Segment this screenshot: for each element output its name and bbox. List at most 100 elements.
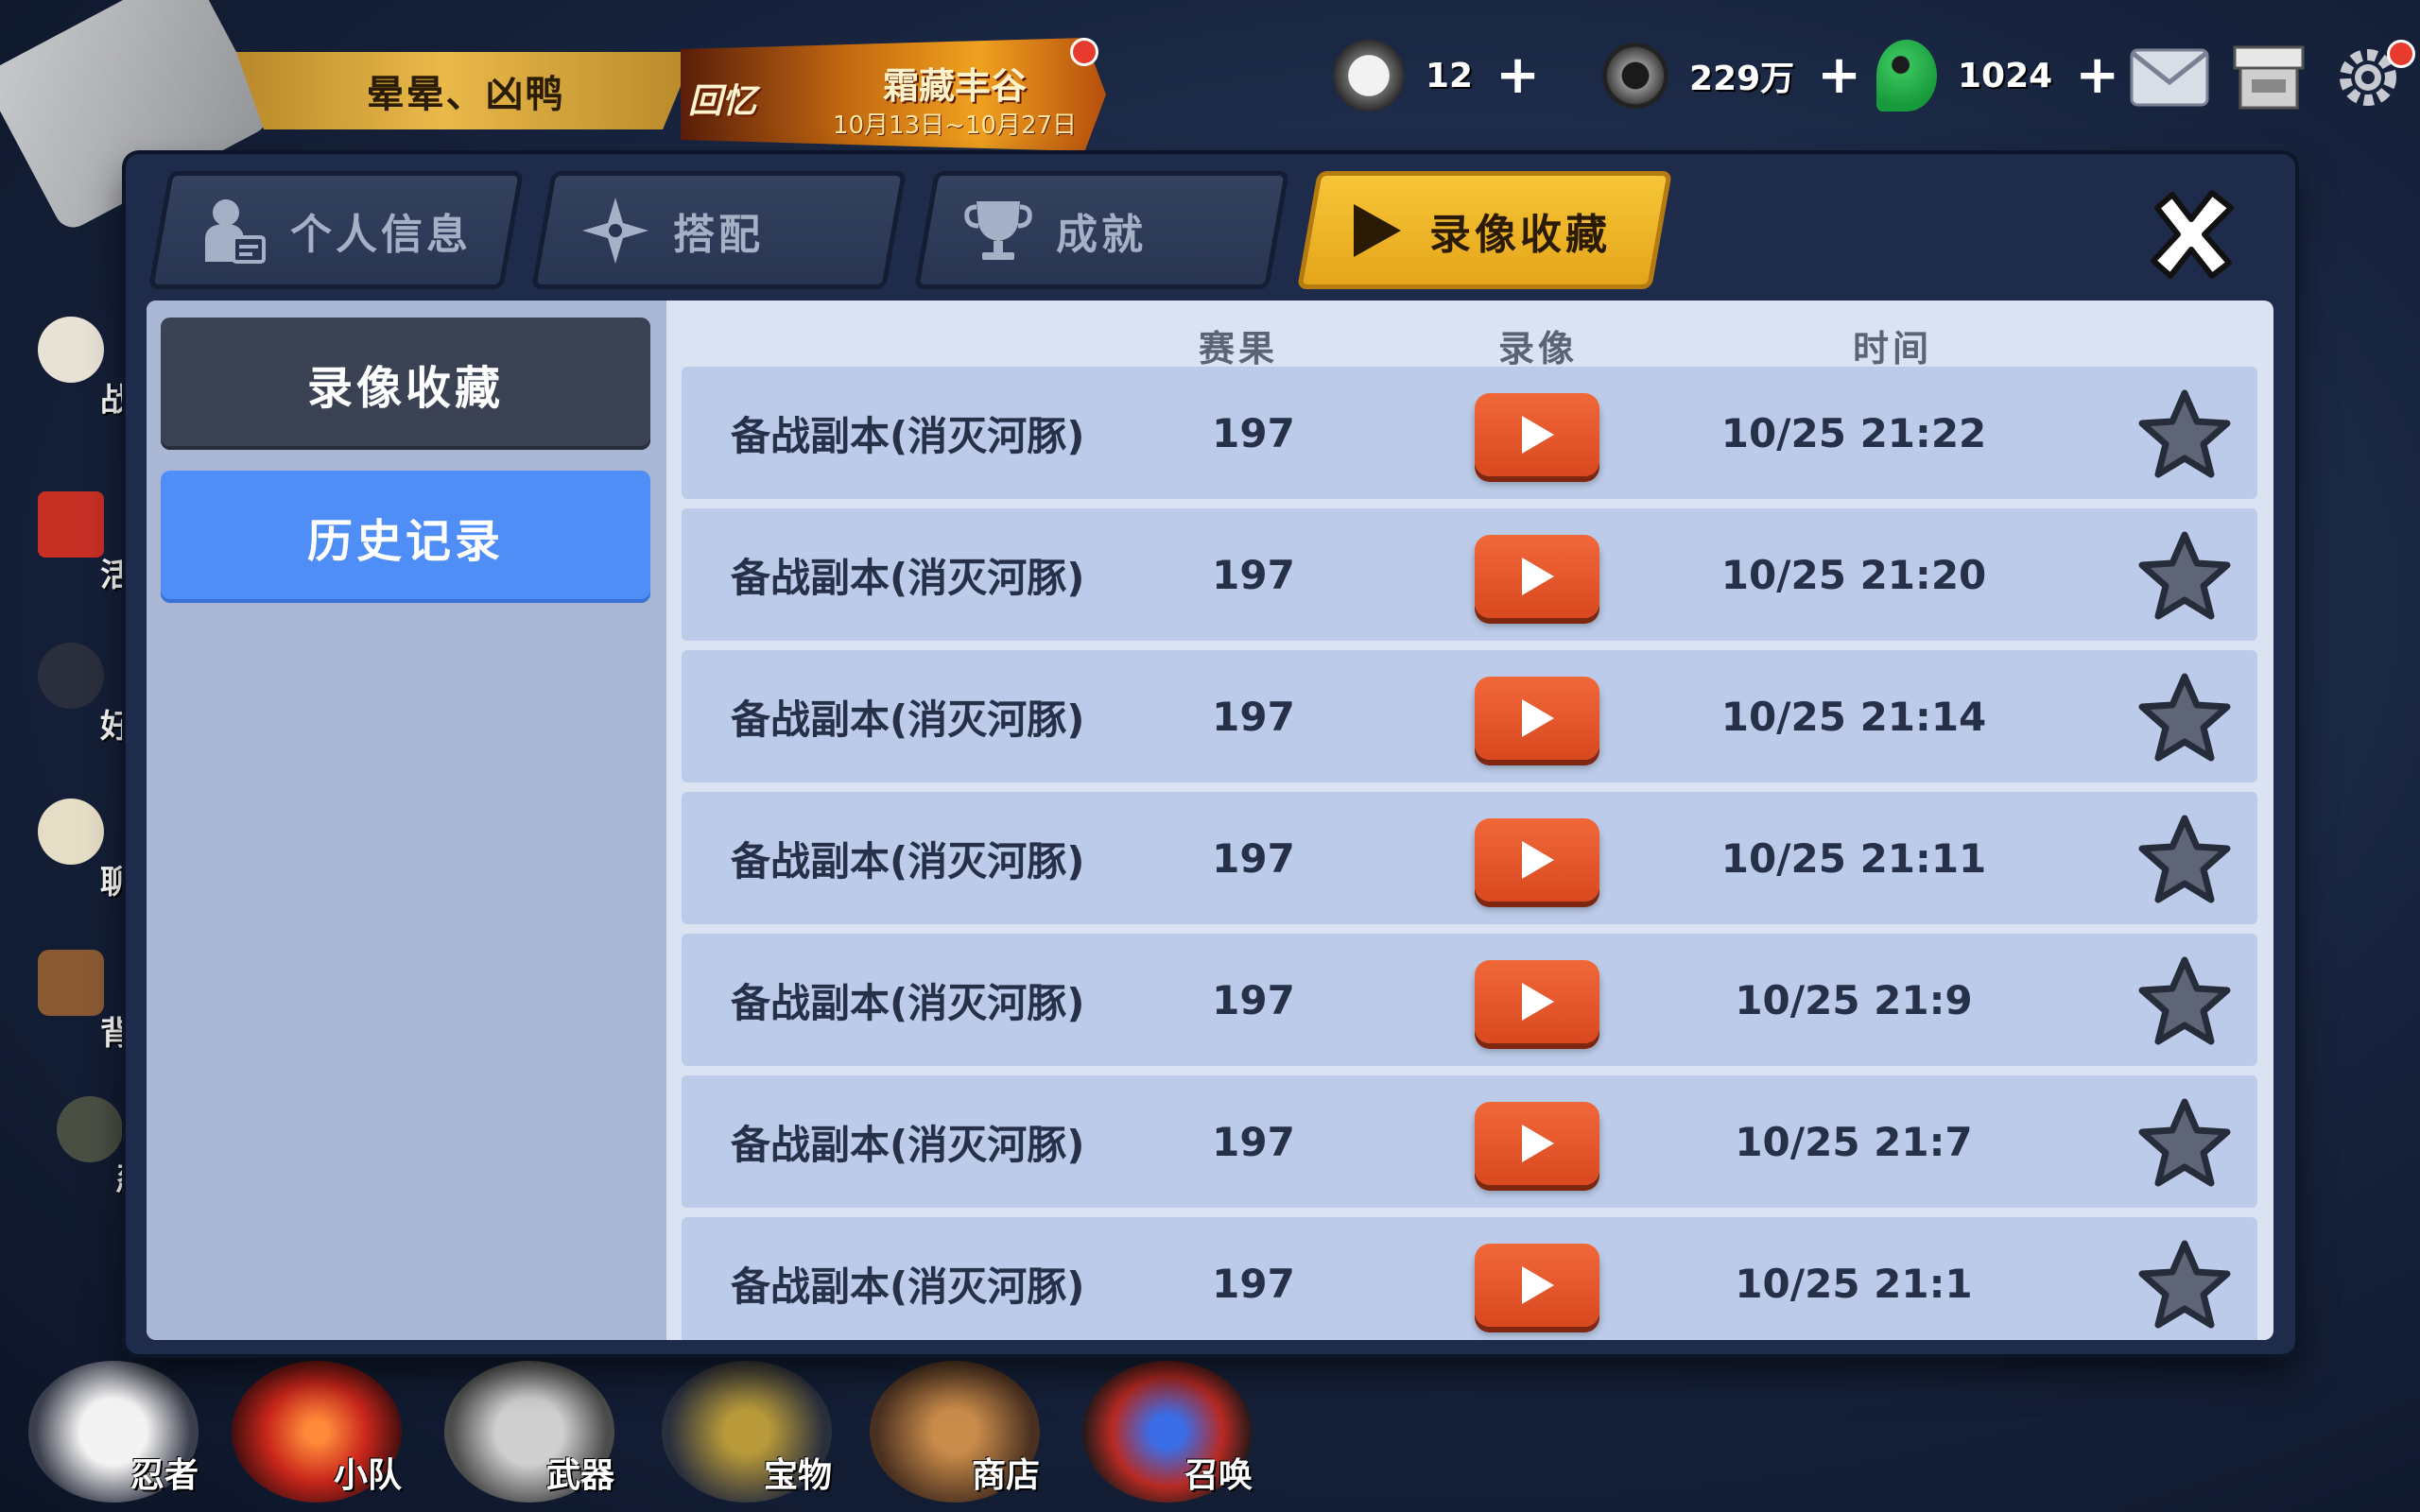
column-header-result: 赛果 [1199, 328, 1279, 369]
favorite-star-icon[interactable] [2137, 813, 2232, 907]
coin-count: 229万 [1689, 60, 1795, 98]
play-replay-button[interactable] [1475, 1102, 1599, 1185]
trophy-icon [964, 200, 1032, 260]
favorite-star-icon[interactable] [2137, 1096, 2232, 1191]
match-result: 197 [1212, 976, 1295, 1023]
jade-count: 1024 [1958, 56, 2053, 95]
favorite-star-icon[interactable] [2137, 671, 2232, 765]
match-time: 10/25 21:11 [1720, 834, 1987, 882]
play-icon [1522, 558, 1554, 595]
match-result: 197 [1212, 693, 1295, 740]
bag-icon [38, 950, 104, 1016]
side-menu-bag[interactable]: 背 [38, 950, 132, 1054]
nav-label: 商店 [971, 1456, 1040, 1495]
replay-row: 备战副本(消灭河豚) 197 10/25 21:14 [682, 650, 2257, 782]
nav-squad[interactable]: 小队 [222, 1361, 411, 1503]
replay-row: 备战副本(消灭河豚) 197 10/25 21:7 [682, 1075, 2257, 1208]
event-date: 10月13日~10月27日 [832, 112, 1078, 140]
event-title: 霜藏丰谷 [882, 65, 1027, 107]
match-time: 10/25 21:14 [1720, 693, 1987, 740]
favorite-star-icon[interactable] [2137, 1238, 2232, 1332]
match-name: 备战副本(消灭河豚) [731, 1263, 1085, 1310]
nav-weapon[interactable]: 武器 [435, 1361, 624, 1503]
match-time: 10/25 21:9 [1735, 976, 1973, 1023]
event-tag: 回忆 [688, 82, 757, 121]
jade-icon [1876, 40, 1937, 112]
nav-summon[interactable]: 召唤 [1073, 1361, 1262, 1503]
nav-label: 宝物 [763, 1456, 832, 1495]
profile-modal: 个人信息 搭配 成就 录像收藏 录像收藏 历史记录 赛果 录像 时间 备战副本(… [126, 154, 2295, 1354]
tab-label: 个人信息 [290, 210, 472, 259]
resource-onigiri: 12 + [1333, 40, 1540, 112]
play-replay-button[interactable] [1475, 818, 1599, 902]
nav-label: 忍者 [130, 1456, 199, 1495]
sidebar-item-label: 历史记录 [306, 515, 504, 568]
match-result: 197 [1212, 551, 1295, 598]
play-icon [1522, 983, 1554, 1021]
match-time: 10/25 21:7 [1735, 1118, 1973, 1165]
sidebar-item-replay-favorites[interactable]: 录像收藏 [161, 318, 650, 450]
play-icon [1522, 841, 1554, 879]
tab-achievements[interactable]: 成就 [913, 171, 1290, 289]
nav-label: 武器 [545, 1456, 614, 1495]
play-replay-button[interactable] [1475, 1244, 1599, 1327]
match-time: 10/25 21:22 [1720, 409, 1987, 456]
player-name-banner[interactable]: 晕晕、凶鸭 [236, 52, 695, 129]
resource-coin: 229万 + [1602, 43, 1861, 109]
nav-treasure[interactable]: 宝物 [652, 1361, 841, 1503]
play-replay-button[interactable] [1475, 960, 1599, 1043]
shop-stall-icon[interactable] [2226, 40, 2311, 115]
add-jade-button[interactable]: + [2075, 49, 2119, 102]
replay-row: 备战副本(消灭河豚) 197 10/25 21:20 [682, 508, 2257, 641]
add-coin-button[interactable]: + [1817, 49, 1861, 102]
tab-personal-info[interactable]: 个人信息 [147, 171, 525, 289]
resource-jade: 1024 + [1876, 40, 2119, 112]
match-result: 197 [1212, 409, 1295, 456]
nav-shop[interactable]: 商店 [860, 1361, 1049, 1503]
replay-sidebar: 录像收藏 历史记录 [147, 301, 666, 1340]
close-button[interactable] [2139, 182, 2243, 286]
replay-row: 备战副本(消灭河豚) 197 10/25 21:9 [682, 934, 2257, 1066]
play-icon [1522, 416, 1554, 454]
match-name: 备战副本(消灭河豚) [731, 979, 1085, 1026]
side-menu-battle[interactable]: 战 [38, 317, 132, 421]
add-onigiri-button[interactable]: + [1495, 49, 1540, 102]
notification-dot [1070, 38, 1098, 66]
close-icon [2151, 190, 2234, 279]
nav-label: 小队 [333, 1456, 402, 1495]
play-replay-button[interactable] [1475, 535, 1599, 618]
tab-label: 成就 [1056, 210, 1147, 259]
chat-icon [38, 799, 104, 865]
onigiri-count: 12 [1426, 56, 1474, 95]
nav-ninja[interactable]: 忍者 [19, 1361, 208, 1503]
tab-loadout[interactable]: 搭配 [530, 171, 908, 289]
side-menu-chat[interactable]: 聊 [38, 799, 132, 902]
tab-label: 录像收藏 [1429, 210, 1611, 259]
onigiri-icon [1333, 40, 1405, 112]
match-result: 197 [1212, 834, 1295, 882]
replay-row: 备战副本(消灭河豚) 197 10/25 21:1 [682, 1217, 2257, 1340]
match-name: 备战副本(消灭河豚) [731, 696, 1085, 743]
tab-replay-favorites[interactable]: 录像收藏 [1296, 171, 1673, 289]
side-menu-activity[interactable]: 活 [38, 491, 132, 595]
side-menu-friends[interactable]: 好 [38, 643, 132, 747]
match-name: 备战副本(消灭河豚) [731, 412, 1085, 459]
shuriken-icon [582, 197, 648, 264]
match-result: 197 [1212, 1118, 1295, 1165]
play-replay-button[interactable] [1475, 677, 1599, 760]
play-replay-button[interactable] [1475, 393, 1599, 476]
profile-icon [205, 198, 266, 264]
player-name: 晕晕、凶鸭 [366, 73, 565, 116]
mail-icon[interactable] [2127, 40, 2212, 115]
match-time: 10/25 21:1 [1735, 1260, 1973, 1307]
favorite-star-icon[interactable] [2137, 387, 2232, 482]
column-header-replay: 录像 [1498, 328, 1579, 369]
tab-label: 搭配 [673, 210, 764, 259]
sidebar-item-history[interactable]: 历史记录 [161, 471, 650, 603]
favorite-star-icon[interactable] [2137, 954, 2232, 1049]
replay-row: 备战副本(消灭河豚) 197 10/25 21:11 [682, 792, 2257, 924]
favorite-star-icon[interactable] [2137, 529, 2232, 624]
match-name: 备战副本(消灭河豚) [731, 1121, 1085, 1168]
coin-icon [1602, 43, 1668, 109]
nav-label: 召唤 [1184, 1456, 1253, 1495]
